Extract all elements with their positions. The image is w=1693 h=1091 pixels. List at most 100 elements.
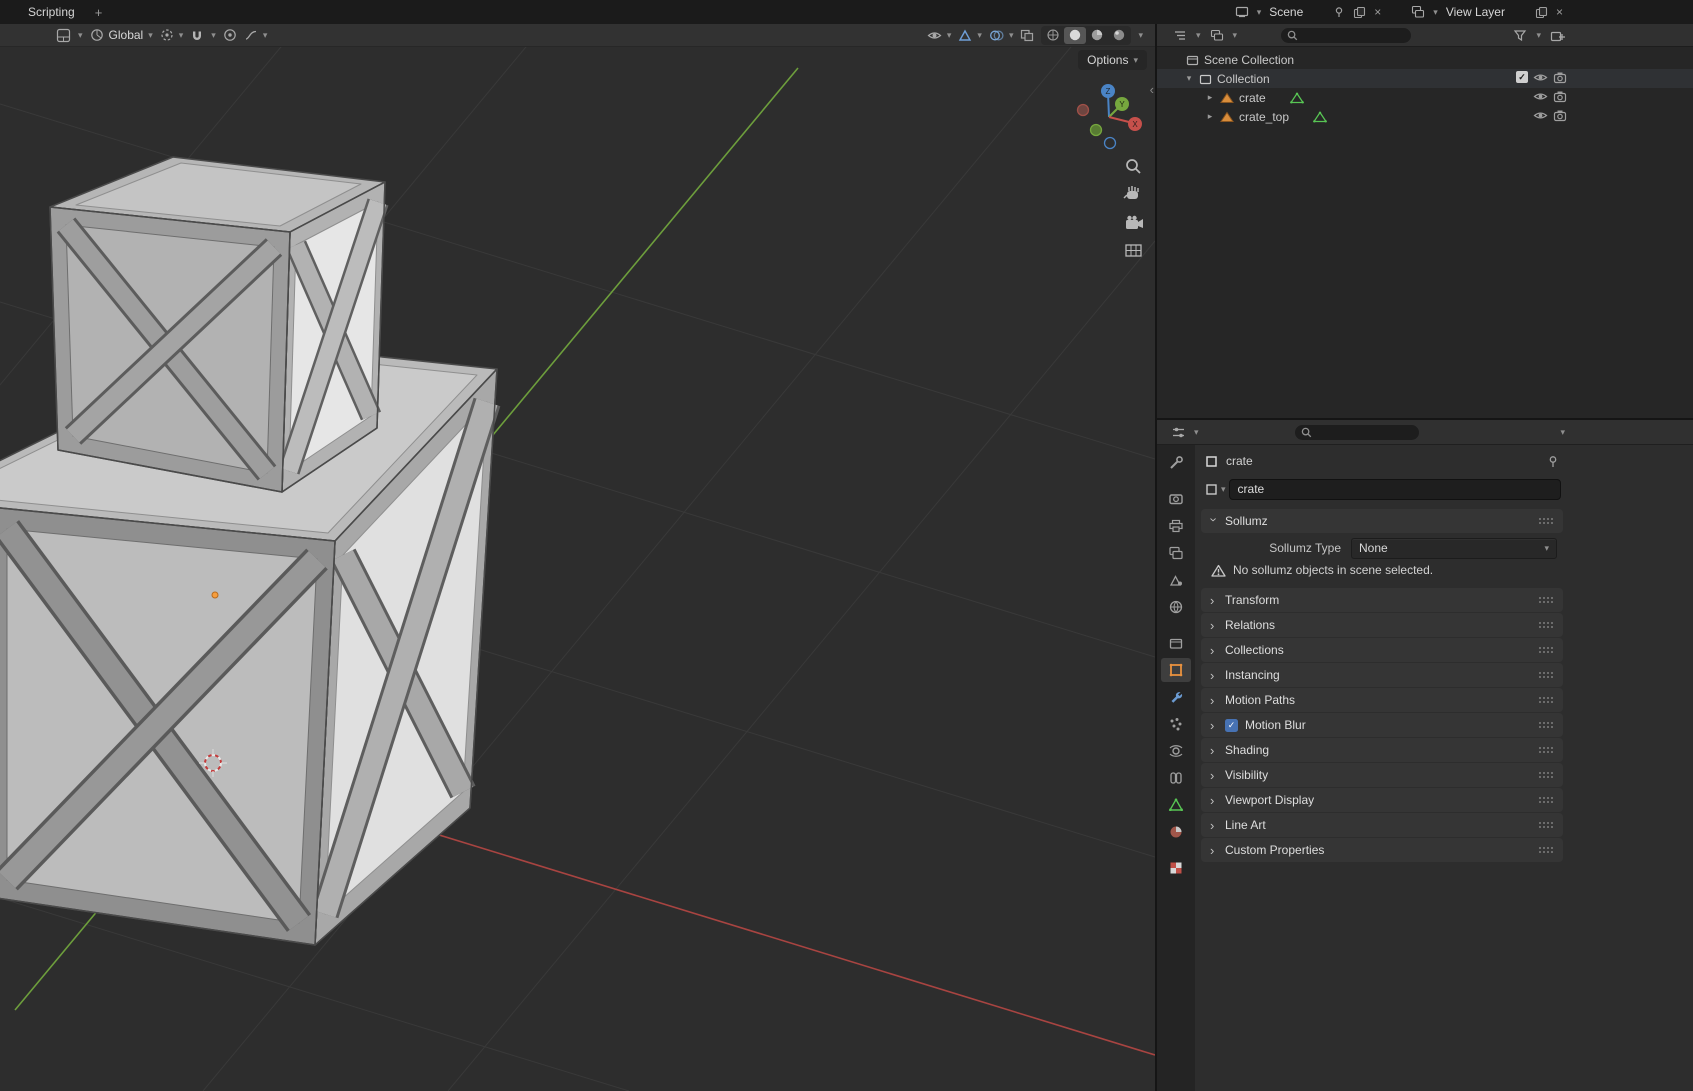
disable-in-renders-icon[interactable]: [1553, 109, 1567, 122]
outliner-row-crate[interactable]: ▸ crate: [1157, 88, 1693, 107]
panel-grip-handle[interactable]: [1538, 517, 1553, 525]
panel-shading[interactable]: › Shading: [1201, 738, 1563, 762]
panel-grip-handle[interactable]: [1538, 771, 1553, 779]
properties-editor-type-button[interactable]: [1171, 426, 1186, 439]
outliner-row-collection[interactable]: ▾ Collection ✓: [1157, 69, 1693, 88]
axis-z-negative[interactable]: [1105, 138, 1116, 149]
panel-grip-handle[interactable]: [1538, 696, 1553, 704]
axis-x-negative[interactable]: [1078, 105, 1089, 116]
tab-tool[interactable]: [1161, 451, 1191, 475]
workspace-tab-scripting[interactable]: Scripting: [28, 5, 75, 19]
panel-grip-handle[interactable]: [1538, 596, 1553, 604]
viewport-canvas[interactable]: Z Y X: [0, 24, 1155, 1091]
unlink-scene-button[interactable]: ×: [1374, 6, 1381, 18]
panel-grip-handle[interactable]: [1538, 671, 1553, 679]
panel-grip-handle[interactable]: [1538, 796, 1553, 804]
motion-blur-checkbox[interactable]: ✓: [1225, 719, 1238, 732]
object-name-field[interactable]: crate: [1229, 479, 1561, 500]
pivot-point-dropdown[interactable]: ▾: [160, 28, 184, 42]
panel-sollumz[interactable]: › Sollumz: [1201, 509, 1563, 533]
tab-physics[interactable]: [1161, 739, 1191, 763]
xray-toggle[interactable]: [1020, 29, 1034, 42]
panel-visibility[interactable]: › Visibility: [1201, 763, 1563, 787]
outliner-editor-chevron[interactable]: ▾: [1196, 31, 1201, 40]
hide-in-viewport-icon[interactable]: [1533, 71, 1548, 84]
tab-modifiers[interactable]: [1161, 685, 1191, 709]
properties-options-chevron[interactable]: ▾: [1560, 428, 1565, 437]
outliner-row-crate-top[interactable]: ▸ crate_top: [1157, 107, 1693, 126]
outliner-row-scene-collection[interactable]: Scene Collection: [1157, 50, 1693, 69]
sollumz-type-dropdown[interactable]: None ▾: [1351, 538, 1557, 559]
panel-motion-paths[interactable]: › Motion Paths: [1201, 688, 1563, 712]
gizmos-dropdown[interactable]: ▾: [958, 29, 982, 42]
shading-solid-button[interactable]: [1064, 27, 1086, 44]
outliner-editor-type-button[interactable]: [1173, 29, 1187, 42]
region-collapse-arrow[interactable]: ‹: [1150, 82, 1154, 97]
new-collection-button[interactable]: [1550, 29, 1565, 42]
tab-render[interactable]: [1161, 487, 1191, 511]
view-layer-chevron[interactable]: ▾: [1433, 8, 1438, 17]
expand-triangle-icon[interactable]: ▸: [1205, 92, 1215, 103]
tab-view-layer[interactable]: [1161, 541, 1191, 565]
pin-scene-icon[interactable]: [1333, 6, 1345, 18]
panel-grip-handle[interactable]: [1538, 746, 1553, 754]
disable-in-renders-icon[interactable]: [1553, 90, 1567, 103]
panel-collections[interactable]: › Collections: [1201, 638, 1563, 662]
add-workspace-button[interactable]: +: [95, 5, 103, 20]
snap-toggle-button[interactable]: [190, 28, 204, 42]
axis-y-negative[interactable]: [1091, 125, 1102, 136]
panel-line-art[interactable]: › Line Art: [1201, 813, 1563, 837]
remove-view-layer-button[interactable]: ×: [1556, 6, 1563, 18]
tab-object-data[interactable]: [1161, 793, 1191, 817]
snap-settings-chevron[interactable]: ▾: [211, 31, 216, 40]
filter-chevron[interactable]: ▾: [1536, 31, 1541, 40]
panel-grip-handle[interactable]: [1538, 846, 1553, 854]
pin-id-button[interactable]: [1547, 455, 1559, 468]
object-id-icon[interactable]: [1205, 483, 1218, 496]
panel-transform[interactable]: › Transform: [1201, 588, 1563, 612]
tab-material[interactable]: [1161, 820, 1191, 844]
scene-selector[interactable]: Scene: [1269, 5, 1303, 19]
panel-grip-handle[interactable]: [1538, 621, 1553, 629]
exclude-checkbox[interactable]: ✓: [1516, 71, 1528, 83]
tab-collection[interactable]: [1161, 631, 1191, 655]
visibility-dropdown[interactable]: ▾: [927, 29, 952, 42]
editor-type-chevron[interactable]: ▾: [78, 31, 83, 40]
outliner-search-input[interactable]: [1281, 28, 1411, 43]
editor-type-button[interactable]: [56, 28, 71, 43]
options-dropdown[interactable]: Options ▾: [1078, 50, 1147, 70]
scene-selector-chevron[interactable]: ▾: [1257, 8, 1262, 17]
panel-motion-blur[interactable]: › ✓ Motion Blur: [1201, 713, 1563, 737]
properties-search-input[interactable]: [1295, 425, 1419, 440]
expand-triangle-icon[interactable]: ▸: [1205, 111, 1215, 122]
transform-orientation-dropdown[interactable]: Global ▾: [90, 28, 153, 42]
tab-output[interactable]: [1161, 514, 1191, 538]
outliner-display-mode-button[interactable]: [1210, 29, 1224, 42]
panel-grip-handle[interactable]: [1538, 721, 1553, 729]
properties-editor-chevron[interactable]: ▾: [1194, 428, 1199, 437]
panel-viewport-display[interactable]: › Viewport Display: [1201, 788, 1563, 812]
tab-scene[interactable]: [1161, 568, 1191, 592]
tab-texture[interactable]: [1161, 856, 1191, 880]
shading-wireframe-button[interactable]: [1042, 27, 1064, 44]
panel-instancing[interactable]: › Instancing: [1201, 663, 1563, 687]
proportional-edit-toggle[interactable]: [223, 28, 237, 42]
tab-world[interactable]: [1161, 595, 1191, 619]
filter-funnel-button[interactable]: [1513, 29, 1527, 42]
panel-custom-properties[interactable]: › Custom Properties: [1201, 838, 1563, 862]
panel-grip-handle[interactable]: [1538, 821, 1553, 829]
overlays-dropdown[interactable]: ▾: [989, 29, 1014, 42]
outliner-display-chevron[interactable]: ▾: [1233, 31, 1238, 40]
hide-in-viewport-icon[interactable]: [1533, 90, 1548, 103]
tab-object[interactable]: [1161, 658, 1191, 682]
new-view-layer-button[interactable]: [1535, 6, 1548, 19]
panel-relations[interactable]: › Relations: [1201, 613, 1563, 637]
panel-grip-handle[interactable]: [1538, 646, 1553, 654]
id-browse-chevron[interactable]: ▾: [1221, 485, 1226, 494]
tab-constraints[interactable]: [1161, 766, 1191, 790]
disable-in-renders-icon[interactable]: [1553, 71, 1567, 84]
proportional-falloff-dropdown[interactable]: ▾: [244, 28, 268, 42]
shading-material-button[interactable]: [1086, 27, 1108, 44]
hide-in-viewport-icon[interactable]: [1533, 109, 1548, 122]
shading-dropdown-chevron[interactable]: ▾: [1138, 31, 1143, 40]
